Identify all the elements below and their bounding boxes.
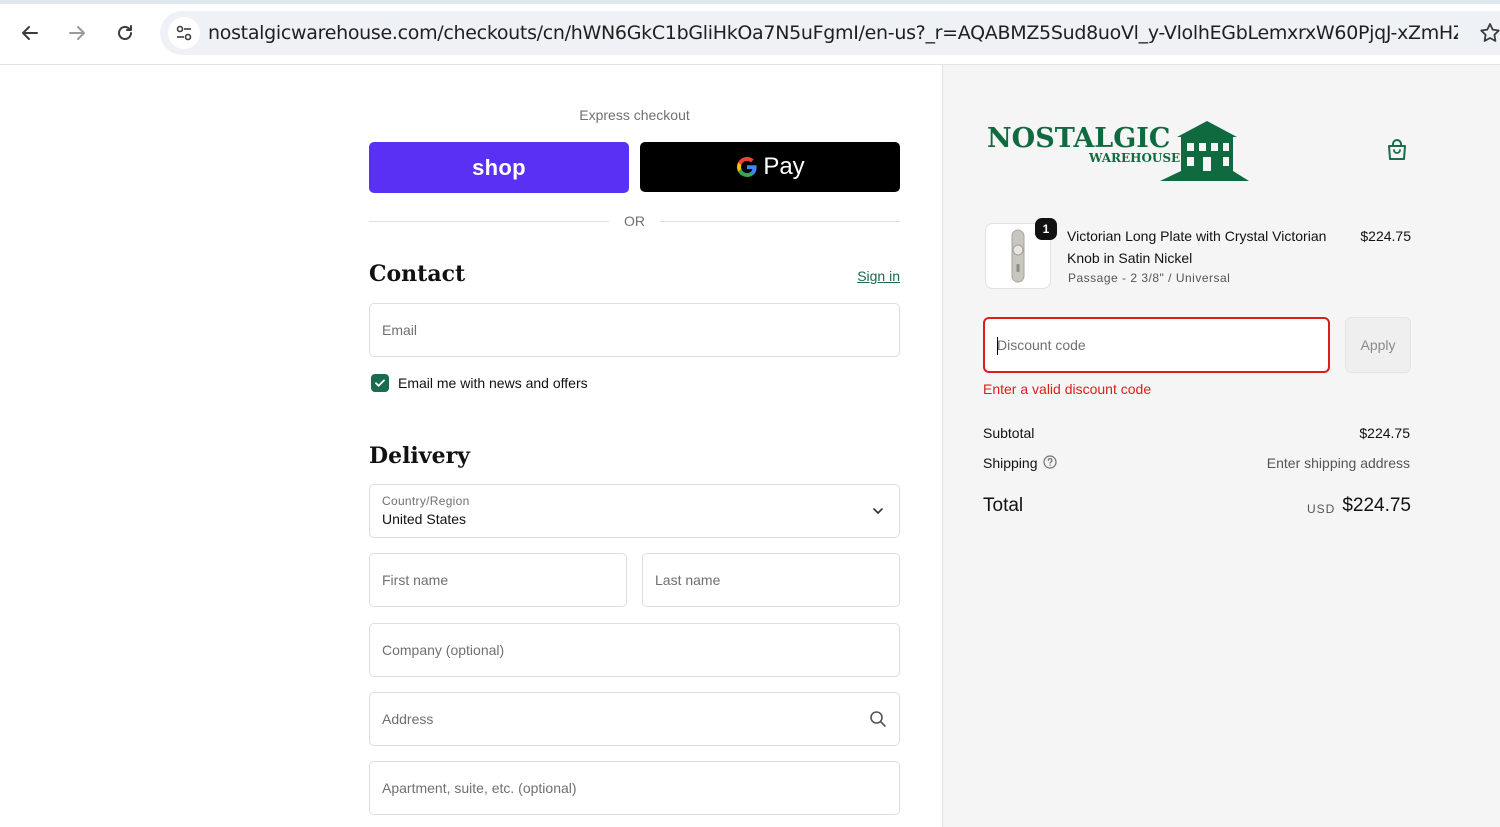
logo-subtitle: WAREHOUSE [1088, 151, 1180, 165]
email-field-wrapper [369, 303, 900, 357]
or-label: OR [624, 213, 645, 229]
apartment-wrapper [369, 761, 900, 815]
subtotal-label: Subtotal [983, 425, 1035, 441]
checkout-form: Express checkout shop Pay OR Contact Sig… [0, 65, 942, 827]
google-g-icon [737, 156, 757, 178]
or-divider: OR [369, 212, 900, 232]
address-field[interactable] [370, 693, 899, 745]
country-select[interactable]: Country/Region United States [369, 484, 900, 538]
shopping-bag-icon[interactable] [1384, 137, 1410, 163]
logo-wordmark: NOSTALGIC [987, 123, 1170, 154]
news-offers-checkbox[interactable] [371, 374, 389, 392]
express-checkout-label: Express checkout [579, 107, 690, 123]
first-name-field[interactable] [370, 554, 626, 606]
browser-toolbar: nostalgicwarehouse.com/checkouts/cn/hWN6… [0, 0, 1500, 65]
google-pay-label: Pay [763, 153, 805, 180]
address-bar[interactable]: nostalgicwarehouse.com/checkouts/cn/hWN6… [160, 11, 1500, 55]
last-name-field[interactable] [643, 554, 899, 606]
subtotal-value: $224.75 [1359, 425, 1410, 441]
shop-pay-button[interactable]: shop [369, 142, 629, 193]
discount-code-field[interactable] [985, 319, 1328, 371]
reload-button[interactable] [110, 18, 140, 48]
quantity-badge: 1 [1035, 218, 1057, 240]
arrow-right-icon [69, 26, 85, 40]
bookmark-star-icon[interactable] [1478, 21, 1500, 45]
product-price: $224.75 [1360, 228, 1411, 244]
url-text[interactable]: nostalgicwarehouse.com/checkouts/cn/hWN6… [208, 22, 1458, 44]
reload-icon [118, 25, 132, 40]
nostalgic-warehouse-logo[interactable]: NOSTALGIC WAREHOUSE [985, 117, 1250, 181]
shop-pay-label: shop [472, 154, 526, 180]
text-caret [997, 337, 998, 355]
shipping-label: Shipping [983, 455, 1038, 471]
checkmark-icon [375, 379, 385, 387]
apply-discount-button[interactable]: Apply [1345, 317, 1411, 373]
total-value: $224.75 [1342, 495, 1411, 516]
discount-error-message: Enter a valid discount code [983, 381, 1152, 397]
country-label: Country/Region [382, 494, 470, 508]
search-icon [870, 711, 886, 727]
apartment-field[interactable] [370, 762, 899, 814]
product-variant: Passage - 2 3/8" / Universal [1068, 271, 1231, 285]
tab-strip-edge [0, 0, 1500, 4]
total-label: Total [983, 495, 1024, 516]
last-name-wrapper [642, 553, 900, 607]
product-title: Victorian Long Plate with Crystal Victor… [1067, 228, 1327, 266]
help-circle-icon[interactable] [1043, 455, 1057, 469]
google-pay-button[interactable]: Pay [640, 142, 900, 192]
tune-icon [176, 25, 192, 41]
delivery-heading: Delivery [369, 443, 470, 469]
back-button[interactable] [15, 18, 45, 48]
news-offers-label[interactable]: Email me with news and offers [398, 375, 588, 391]
chevron-down-icon [873, 508, 883, 514]
contact-heading: Contact [369, 261, 466, 287]
total-currency: USD [1307, 502, 1336, 516]
site-info-button[interactable] [168, 17, 200, 49]
company-wrapper [369, 623, 900, 677]
first-name-wrapper [369, 553, 627, 607]
email-field[interactable] [370, 304, 899, 356]
forward-button[interactable] [62, 18, 92, 48]
discount-field-wrapper [983, 317, 1330, 373]
address-wrapper [369, 692, 900, 746]
company-field[interactable] [370, 624, 899, 676]
sign-in-link[interactable]: Sign in [830, 268, 900, 284]
arrow-left-icon [22, 26, 38, 40]
order-summary: NOSTALGIC WAREHOUSE 1 Victorian Long Pla… [942, 65, 1500, 827]
shipping-value: Enter shipping address [1266, 455, 1410, 471]
country-value: United States [382, 511, 467, 527]
